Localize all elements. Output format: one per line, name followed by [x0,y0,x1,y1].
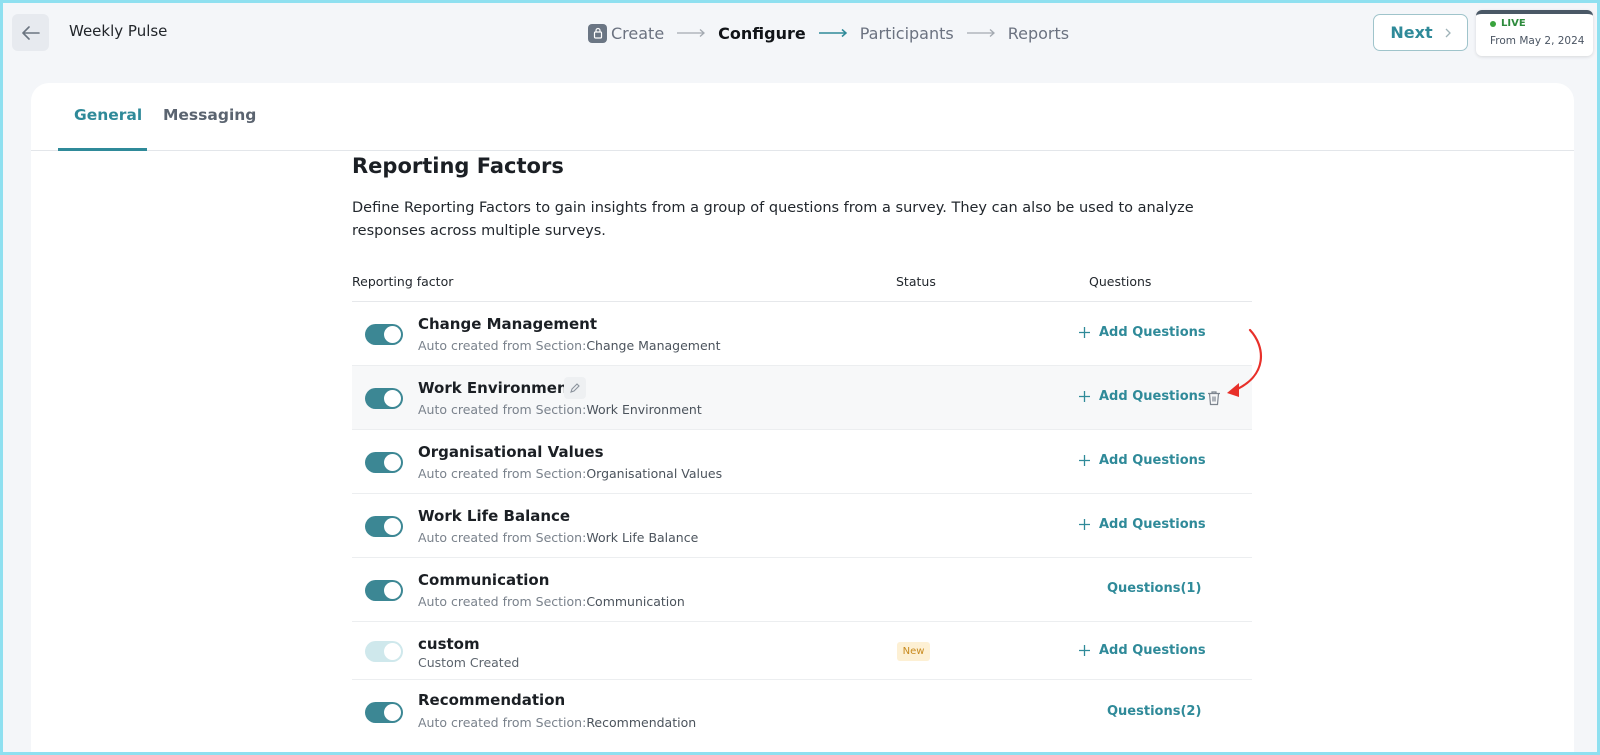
status-badge: New [897,642,930,661]
plus-icon [1079,645,1090,656]
stepper: Create Configure Participants Reports [588,20,1069,46]
annotation-arrow-icon [1227,328,1262,397]
chevron-right-icon [1445,28,1451,37]
factor-source: Auto created from Section:Work Life Bala… [418,530,699,545]
factor-source: Auto created from Section:Organisational… [418,466,723,481]
factor-source: Auto created from Section:Recommendation [418,715,697,730]
step-configure-label: Configure [718,23,806,43]
factor-toggle[interactable] [365,388,403,409]
step-arrow-icon [966,28,996,38]
table-row: Change Management Auto created from Sect… [352,302,1252,366]
factor-toggle[interactable] [365,580,403,601]
add-questions-button[interactable]: Add Questions [1079,643,1206,658]
table-row: custom Custom Created New Add Questions [352,622,1252,680]
factor-source: Custom Created [418,655,520,670]
tab-bar: General Messaging [31,83,1574,151]
factor-source: Auto created from Section:Communication [418,594,685,609]
status-date: From May 2, 2024 [1490,35,1585,47]
table-row: Work Environment Auto created from Secti… [352,366,1252,430]
tab-messaging[interactable]: Messaging [163,106,256,124]
active-tab-indicator [58,148,147,151]
plus-icon [1079,519,1090,530]
factor-name: Recommendation [418,691,566,709]
factor-source: Auto created from Section:Change Managem… [418,338,721,353]
add-questions-button[interactable]: Add Questions [1079,453,1206,468]
step-configure[interactable]: Configure [718,24,806,43]
edit-name-button[interactable] [564,377,586,399]
step-create[interactable]: Create [588,23,665,43]
status-label: LIVE [1501,18,1526,29]
plus-icon [1079,391,1090,402]
table-header: Reporting factor Status Questions [352,268,1252,302]
factor-name: Organisational Values [418,443,604,461]
table-row: Organisational Values Auto created from … [352,430,1252,494]
factor-toggle[interactable] [365,452,403,473]
step-arrow-icon [676,28,706,38]
factor-name: Work Environment [418,379,575,397]
reporting-factors-table: Reporting factor Status Questions Change… [352,268,1252,744]
factor-toggle[interactable] [365,702,403,723]
column-header-factor: Reporting factor [352,274,454,289]
back-button[interactable] [12,14,49,51]
page-title: Reporting Factors [352,154,564,178]
factor-toggle[interactable] [365,641,403,662]
add-questions-button[interactable]: Add Questions [1079,325,1206,340]
next-button[interactable]: Next [1373,14,1468,51]
step-create-label: Create [611,23,665,43]
plus-icon [1079,327,1090,338]
table-row: Communication Auto created from Section:… [352,558,1252,622]
pencil-icon [570,383,580,393]
table-row: Recommendation Auto created from Section… [352,680,1252,744]
step-participants-label: Participants [859,23,954,43]
trash-icon[interactable] [1207,390,1221,406]
step-reports[interactable]: Reports [1008,24,1069,43]
step-arrow-icon [818,28,848,38]
status-card[interactable]: LIVE From May 2, 2024 [1476,10,1593,56]
factor-name: Work Life Balance [418,507,571,525]
factor-name: Communication [418,571,550,589]
factor-toggle[interactable] [365,324,403,345]
lock-icon [588,23,607,43]
questions-link[interactable]: Questions(2) [1107,704,1201,719]
step-reports-label: Reports [1007,23,1070,43]
factor-name: Change Management [418,315,598,333]
add-questions-button[interactable]: Add Questions [1079,389,1206,404]
survey-title: Weekly Pulse [69,22,168,40]
table-row: Work Life Balance Auto created from Sect… [352,494,1252,558]
arrow-left-icon [21,25,40,40]
live-dot-icon [1490,20,1496,27]
questions-link[interactable]: Questions(1) [1107,581,1201,596]
step-participants[interactable]: Participants [860,24,954,43]
tab-general[interactable]: General [74,106,142,124]
factor-name: custom [418,635,480,653]
next-button-label: Next [1390,23,1433,42]
section-description: Define Reporting Factors to gain insight… [352,200,1194,239]
factor-source: Auto created from Section:Work Environme… [418,402,702,417]
column-header-status: Status [896,274,936,289]
column-header-questions: Questions [1089,274,1152,289]
plus-icon [1079,455,1090,466]
add-questions-button[interactable]: Add Questions [1079,517,1206,532]
factor-toggle[interactable] [365,516,403,537]
